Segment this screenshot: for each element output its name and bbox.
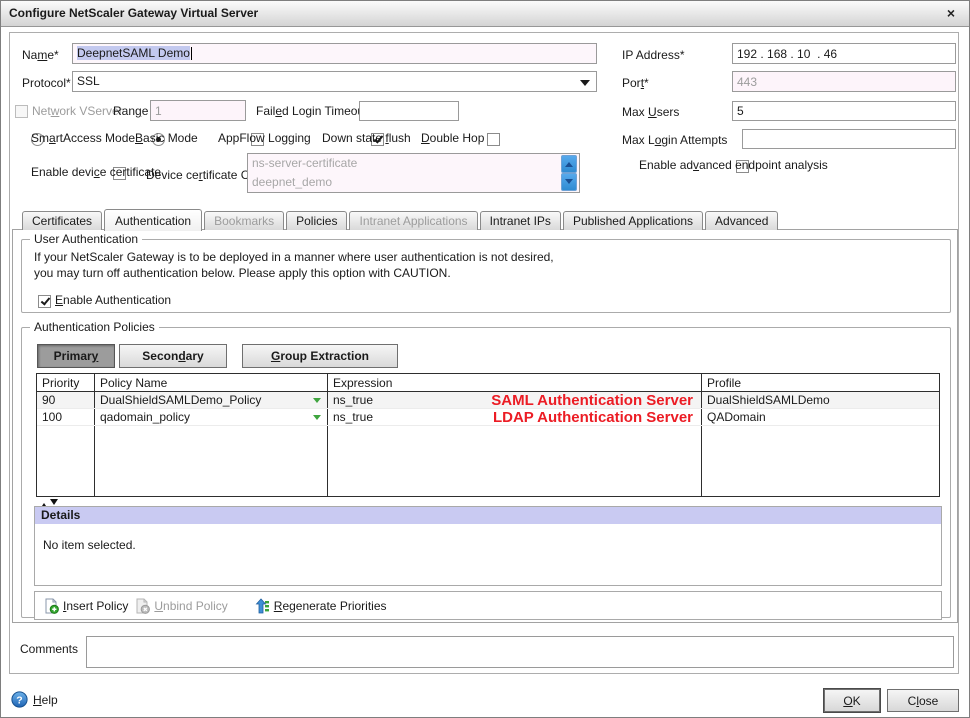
- list-item[interactable]: deepnet_demo: [248, 173, 579, 192]
- comments-input[interactable]: [86, 636, 954, 668]
- tab-intranet-applications: Intranet Applications: [349, 211, 477, 230]
- svg-text:?: ?: [16, 694, 22, 706]
- tab-advanced[interactable]: Advanced: [705, 211, 778, 230]
- dialog-title: Configure NetScaler Gateway Virtual Serv…: [9, 1, 258, 26]
- protocol-label: Protocol*: [22, 76, 71, 90]
- user-authentication-text-line1: If your NetScaler Gateway is to be deplo…: [34, 250, 554, 264]
- authentication-policies-group: Authentication Policies Primary Secondar…: [21, 327, 951, 618]
- appflow-logging-label: AppFlow Logging: [218, 131, 311, 145]
- tab-published-applications[interactable]: Published Applications: [563, 211, 703, 230]
- text-caret: [191, 47, 192, 60]
- content-frame: Name* DeepnetSAML Demo IP Address* Proto…: [9, 32, 959, 674]
- name-input[interactable]: DeepnetSAML Demo: [72, 43, 597, 64]
- insert-policy-button[interactable]: Insert Policy: [43, 598, 128, 614]
- network-vserver-label: Network VServer: [32, 104, 123, 118]
- failed-login-timeout-label: Failed Login Timeout: [256, 104, 367, 118]
- help-button[interactable]: ? Help: [11, 691, 58, 708]
- tab-certificates[interactable]: Certificates: [22, 211, 102, 230]
- table-header-row: Priority Policy Name Expression Profile: [37, 374, 939, 392]
- max-users-input[interactable]: [732, 101, 956, 121]
- regenerate-priorities-icon: [254, 598, 270, 614]
- column-header-priority[interactable]: Priority: [37, 374, 95, 391]
- column-header-profile[interactable]: Profile: [702, 374, 939, 391]
- enable-authentication-checkbox[interactable]: [38, 295, 51, 308]
- basic-mode-label: Basic Mode: [135, 131, 198, 145]
- policy-dropdown-icon[interactable]: [313, 398, 321, 407]
- close-icon[interactable]: ×: [941, 3, 961, 23]
- name-label: Name*: [22, 48, 59, 62]
- chevron-down-icon: [580, 80, 590, 91]
- secondary-tab-button[interactable]: Secondary: [119, 344, 227, 368]
- ip-address-input[interactable]: [732, 43, 956, 64]
- list-item[interactable]: ns-server-certificate: [248, 154, 579, 173]
- details-panel: Details No item selected.: [34, 506, 942, 586]
- details-empty-text: No item selected.: [35, 524, 941, 566]
- unbind-policy-icon: [134, 598, 150, 614]
- range-input: [150, 100, 246, 121]
- ok-button[interactable]: OK: [824, 689, 880, 712]
- policies-table: Priority Policy Name Expression Profile …: [36, 373, 940, 497]
- scroll-up-button[interactable]: [561, 155, 577, 173]
- double-hop-checkbox[interactable]: [487, 133, 500, 146]
- listbox-scrollbar: [561, 155, 578, 191]
- max-login-attempts-input[interactable]: [742, 129, 956, 149]
- table-row[interactable]: 90 DualShieldSAMLDemo_Policy ns_trueSAML…: [37, 392, 939, 409]
- network-vserver-checkbox: [15, 105, 28, 118]
- tab-bookmarks: Bookmarks: [204, 211, 284, 230]
- column-header-expression[interactable]: Expression: [328, 374, 702, 391]
- policy-dropdown-icon[interactable]: [313, 415, 321, 424]
- tab-authentication[interactable]: Authentication: [104, 209, 202, 231]
- table-empty-area: [37, 426, 939, 496]
- enable-authentication-label: Enable Authentication: [55, 293, 171, 307]
- user-authentication-text-line2: you may turn off authentication below. P…: [34, 266, 451, 280]
- title-bar: Configure NetScaler Gateway Virtual Serv…: [1, 1, 969, 27]
- comments-label: Comments: [20, 642, 78, 656]
- dialog-window: Configure NetScaler Gateway Virtual Serv…: [0, 0, 970, 718]
- help-icon: ?: [11, 691, 28, 708]
- primary-tab-button[interactable]: Primary: [37, 344, 115, 368]
- insert-policy-icon: [43, 598, 59, 614]
- group-extraction-tab-button[interactable]: Group Extraction: [242, 344, 398, 368]
- port-label: Port*: [622, 76, 649, 90]
- regenerate-priorities-button[interactable]: Regenerate Priorities: [254, 598, 387, 614]
- policy-toolbar: Insert Policy Unbind Policy Regenerate P…: [34, 591, 942, 620]
- double-hop-label: Double Hop: [421, 131, 484, 145]
- max-login-attempts-label: Max Login Attempts: [622, 133, 727, 147]
- saml-annotation: SAML Authentication Server: [491, 392, 693, 408]
- user-authentication-legend: User Authentication: [30, 232, 142, 246]
- details-header: Details: [35, 507, 941, 524]
- max-users-label: Max Users: [622, 105, 679, 119]
- column-header-policy-name[interactable]: Policy Name: [95, 374, 328, 391]
- authentication-policies-legend: Authentication Policies: [30, 320, 159, 334]
- down-state-flush-label: Down state flush: [322, 131, 411, 145]
- tab-strip: Certificates Authentication Bookmarks Po…: [22, 207, 780, 230]
- protocol-select[interactable]: SSL: [72, 71, 597, 92]
- arrow-down-icon: [565, 179, 573, 188]
- name-selected-text: DeepnetSAML Demo: [77, 46, 190, 60]
- enable-device-certificate-label: Enable device certificate: [31, 165, 161, 179]
- tab-intranet-ips[interactable]: Intranet IPs: [480, 211, 561, 230]
- port-input: [732, 71, 956, 92]
- range-label: Range: [113, 104, 148, 118]
- device-certificate-ca-listbox[interactable]: ns-server-certificate deepnet_demo: [247, 153, 580, 193]
- arrow-up-icon: [565, 158, 573, 167]
- table-row[interactable]: 100 qadomain_policy ns_trueLDAP Authenti…: [37, 409, 939, 426]
- failed-login-timeout-input[interactable]: [359, 101, 459, 121]
- user-authentication-group: User Authentication If your NetScaler Ga…: [21, 239, 951, 313]
- enable-endpoint-analysis-label: Enable advanced endpoint analysis: [639, 158, 828, 172]
- scroll-down-button[interactable]: [561, 173, 577, 191]
- help-label: Help: [33, 693, 58, 707]
- device-certificate-ca-label: Device certificate CA: [146, 168, 257, 182]
- ip-address-label: IP Address*: [622, 48, 684, 62]
- tab-policies[interactable]: Policies: [286, 211, 347, 230]
- ldap-annotation: LDAP Authentication Server: [493, 409, 693, 425]
- authentication-tab-panel: User Authentication If your NetScaler Ga…: [12, 229, 958, 623]
- unbind-policy-button: Unbind Policy: [134, 598, 227, 614]
- close-button[interactable]: Close: [887, 689, 959, 712]
- smartaccess-mode-label: SmartAccess Mode: [31, 131, 135, 145]
